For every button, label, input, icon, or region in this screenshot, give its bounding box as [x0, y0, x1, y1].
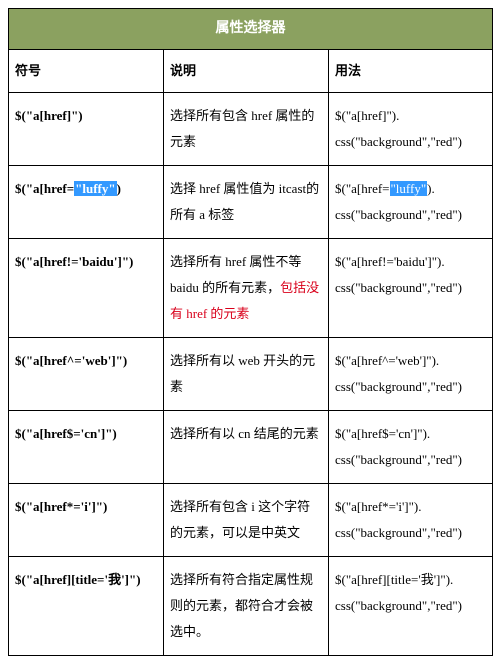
symbol-text: ): [117, 181, 121, 196]
desc-cell: 选择所有符合指定属性规则的元素，都符合才会被选中。: [164, 557, 329, 656]
desc-cell: 选择所有包含 i 这个字符的元素，可以是中英文: [164, 484, 329, 557]
symbol-cell: $("a[href="luffy"): [9, 166, 164, 239]
header-symbol: 符号: [9, 50, 164, 93]
header-usage: 用法: [329, 50, 493, 93]
table-row: $("a[href$='cn']") 选择所有以 cn 结尾的元素 $("a[h…: [9, 411, 493, 484]
usage-cell: $("a[href]"). css("background","red"): [329, 93, 493, 166]
highlight-text: "luffy": [74, 181, 116, 196]
usage-cell: $("a[href*='i']"). css("background","red…: [329, 484, 493, 557]
symbol-text: $("a[href=: [15, 181, 74, 196]
table-row: $("a[href!='baidu']") 选择所有 href 属性不等baid…: [9, 239, 493, 338]
desc-cell: 选择所有以 web 开头的元素: [164, 338, 329, 411]
highlight-text: "luffy": [390, 181, 428, 196]
table-row: $("a[href]") 选择所有包含 href 属性的元素 $("a[href…: [9, 93, 493, 166]
symbol-cell: $("a[href^='web']"): [9, 338, 164, 411]
usage-cell: $("a[href][title='我']"). css("background…: [329, 557, 493, 656]
usage-cell: $("a[href!='baidu']"). css("background",…: [329, 239, 493, 338]
desc-cell: 选择所有 href 属性不等baidu 的所有元素，包括没有 href 的元素: [164, 239, 329, 338]
usage-cell: $("a[href^='web']"). css("background","r…: [329, 338, 493, 411]
attribute-selector-table: 属性选择器 符号 说明 用法 $("a[href]") 选择所有包含 href …: [8, 8, 493, 656]
symbol-cell: $("a[href*='i']"): [9, 484, 164, 557]
symbol-cell: $("a[href$='cn']"): [9, 411, 164, 484]
symbol-cell: $("a[href][title='我']"): [9, 557, 164, 656]
table-row: $("a[href*='i']") 选择所有包含 i 这个字符的元素，可以是中英…: [9, 484, 493, 557]
desc-cell: 选择所有以 cn 结尾的元素: [164, 411, 329, 484]
symbol-cell: $("a[href]"): [9, 93, 164, 166]
table-row: $("a[href="luffy") 选择 href 属性值为 itcast的所…: [9, 166, 493, 239]
header-desc: 说明: [164, 50, 329, 93]
usage-cell: $("a[href="luffy"). css("background","re…: [329, 166, 493, 239]
symbol-cell: $("a[href!='baidu']"): [9, 239, 164, 338]
table-row: $("a[href][title='我']") 选择所有符合指定属性规则的元素，…: [9, 557, 493, 656]
desc-cell: 选择所有包含 href 属性的元素: [164, 93, 329, 166]
usage-cell: $("a[href$='cn']"). css("background","re…: [329, 411, 493, 484]
desc-cell: 选择 href 属性值为 itcast的所有 a 标签: [164, 166, 329, 239]
table-row: $("a[href^='web']") 选择所有以 web 开头的元素 $("a…: [9, 338, 493, 411]
usage-text: $("a[href=: [335, 181, 390, 196]
table-title: 属性选择器: [9, 9, 493, 50]
